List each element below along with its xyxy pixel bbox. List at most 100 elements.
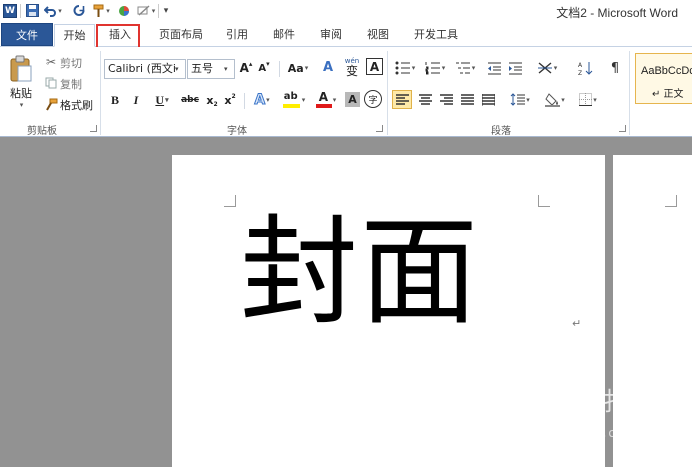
clear-formatting-button[interactable]: A [318, 57, 338, 77]
divider [20, 4, 21, 18]
chinese-layout-icon[interactable]: ▾ [533, 59, 561, 77]
justify-icon[interactable] [458, 90, 476, 109]
watermark-main-text: 搜狗指南 [552, 387, 657, 416]
style-sample-text: AaBbCcDc [641, 65, 692, 77]
sort-icon[interactable]: AZ [576, 59, 594, 77]
grow-font-icon: A [239, 61, 249, 75]
grow-font-button[interactable]: A ▴ [238, 59, 254, 77]
strikethrough-button[interactable]: abc [179, 91, 201, 109]
format-painter-brush-icon[interactable] [44, 97, 58, 111]
font-size-combo[interactable]: 五号 ▾ [187, 59, 235, 79]
clear-icon[interactable]: ▾ [136, 2, 156, 19]
underline-button[interactable]: U ▾ [150, 91, 174, 109]
tab-mailings[interactable]: 邮件 [267, 24, 301, 46]
line-spacing-icon[interactable]: ▾ [507, 90, 533, 109]
phonetic-guide-button[interactable]: wén 变 [342, 56, 362, 78]
cut-button[interactable]: 剪切 [60, 55, 82, 71]
change-case-icon: Aa [287, 61, 304, 75]
font-dialog-launcher[interactable] [376, 125, 383, 132]
enclose-characters-button[interactable]: 字 [364, 90, 382, 108]
character-border-icon: A [369, 59, 380, 74]
group-divider [629, 51, 630, 135]
borders-icon[interactable]: ▾ [574, 90, 602, 109]
tab-references[interactable]: 引用 [220, 24, 254, 46]
undo-icon[interactable]: ▾ [43, 2, 63, 19]
margin-corner-top-right [538, 195, 550, 207]
margin-corner-top-left [665, 195, 677, 207]
svg-text:Z: Z [578, 70, 582, 76]
clipboard-dialog-launcher[interactable] [90, 125, 97, 132]
tab-home[interactable]: 开始 [54, 24, 95, 47]
change-case-button[interactable]: Aa ▾ [284, 59, 312, 77]
tab-developer[interactable]: 开发工具 [408, 24, 464, 46]
superscript-button[interactable]: x2 [222, 91, 238, 109]
font-color-icon: A [315, 90, 332, 109]
subscript-button[interactable]: x2 [204, 91, 220, 109]
style-normal-tile[interactable]: AaBbCcDc ↵ 正文 [635, 53, 692, 104]
font-name-value: Calibri (西文i [108, 62, 176, 75]
paragraph-dialog-launcher[interactable] [619, 125, 626, 132]
tab-review[interactable]: 审阅 [314, 24, 348, 46]
tab-view[interactable]: 视图 [361, 24, 395, 46]
clipboard-group-label: 剪贴板 [27, 126, 57, 137]
show-hide-marks-icon[interactable]: ¶ [606, 59, 624, 77]
font-name-combo[interactable]: Calibri (西文i ▾ [104, 59, 186, 79]
cut-icon[interactable]: ✂ [44, 55, 58, 69]
text-highlight-button[interactable]: ab ▾ [279, 90, 309, 110]
title-bar: W ▾ ▾ ▾ ▾ 文档2 - Microsoft Word [0, 0, 692, 22]
tab-page-layout[interactable]: 页面布局 [153, 24, 209, 46]
character-shading-icon: A [348, 93, 357, 106]
color-icon[interactable] [117, 2, 131, 19]
italic-button[interactable]: I [129, 91, 143, 109]
sogou-logo-icon: S [514, 378, 548, 412]
bullets-icon[interactable]: ▾ [392, 59, 418, 77]
align-left-icon [395, 93, 409, 105]
align-left-button[interactable] [392, 90, 412, 109]
word-logo-icon: W [3, 3, 17, 18]
watermark-url-text: zhinan.sogou.com [514, 426, 630, 440]
save-icon[interactable] [24, 2, 40, 19]
customize-icon[interactable]: ▾ [161, 2, 171, 19]
word-app-icon[interactable]: W [2, 2, 18, 19]
paste-dropdown-icon[interactable]: ▾ [20, 101, 24, 109]
paste-button[interactable]: 粘贴 ▾ [6, 52, 36, 112]
redo-icon[interactable] [72, 2, 86, 19]
ribbon: 粘贴 ▾ ✂ 剪切 复制 格式刷 剪贴板 Calibri (西文i ▾ 五号 ▾… [0, 47, 692, 137]
paragraph-group-label: 段落 [491, 126, 511, 137]
numbering-icon[interactable]: ▾ [422, 59, 448, 77]
format-painter-button[interactable]: 格式刷 [60, 97, 93, 113]
highlighter-icon: ab [282, 91, 301, 109]
multilevel-list-icon[interactable]: ▾ [452, 59, 478, 77]
font-group-label: 字体 [227, 126, 247, 137]
copy-button[interactable]: 复制 [60, 76, 82, 92]
distributed-icon[interactable] [479, 90, 497, 109]
margin-corner-top-left [224, 195, 236, 207]
font-color-button[interactable]: A ▾ [311, 90, 341, 110]
chevron-down-icon: ▾ [224, 65, 228, 73]
clear-formatting-icon: A [322, 59, 334, 75]
divider [158, 4, 159, 18]
align-right-icon[interactable] [437, 90, 455, 109]
shading-icon[interactable]: ▾ [541, 90, 569, 109]
character-shading-button[interactable]: A [345, 92, 360, 107]
bold-button[interactable]: B [108, 91, 122, 109]
align-center-icon[interactable] [416, 90, 434, 109]
decrease-indent-icon[interactable] [485, 59, 503, 77]
style-name-label: ↵ 正文 [652, 89, 684, 100]
copy-icon[interactable] [44, 76, 58, 90]
shrink-font-icon: A [258, 62, 267, 74]
text-effects-icon: A [254, 92, 266, 109]
increase-indent-icon[interactable] [506, 59, 524, 77]
format-painter-icon[interactable]: ▾ [90, 2, 112, 19]
paragraph-mark: ↵ [572, 317, 582, 330]
group-divider [387, 51, 388, 135]
character-border-button[interactable]: A [366, 58, 383, 75]
sogou-watermark: S 搜狗指南 zhinan.sogou.com [510, 378, 680, 448]
strikethrough-icon: abc [181, 95, 199, 105]
cover-title-text[interactable]: 封面 [240, 213, 480, 331]
text-effects-button[interactable]: A ▾ [249, 90, 275, 110]
tab-file[interactable]: 文件 [1, 23, 53, 46]
divider [279, 61, 280, 77]
highlight-color-bar [282, 104, 300, 108]
shrink-font-button[interactable]: A ▾ [256, 59, 272, 77]
